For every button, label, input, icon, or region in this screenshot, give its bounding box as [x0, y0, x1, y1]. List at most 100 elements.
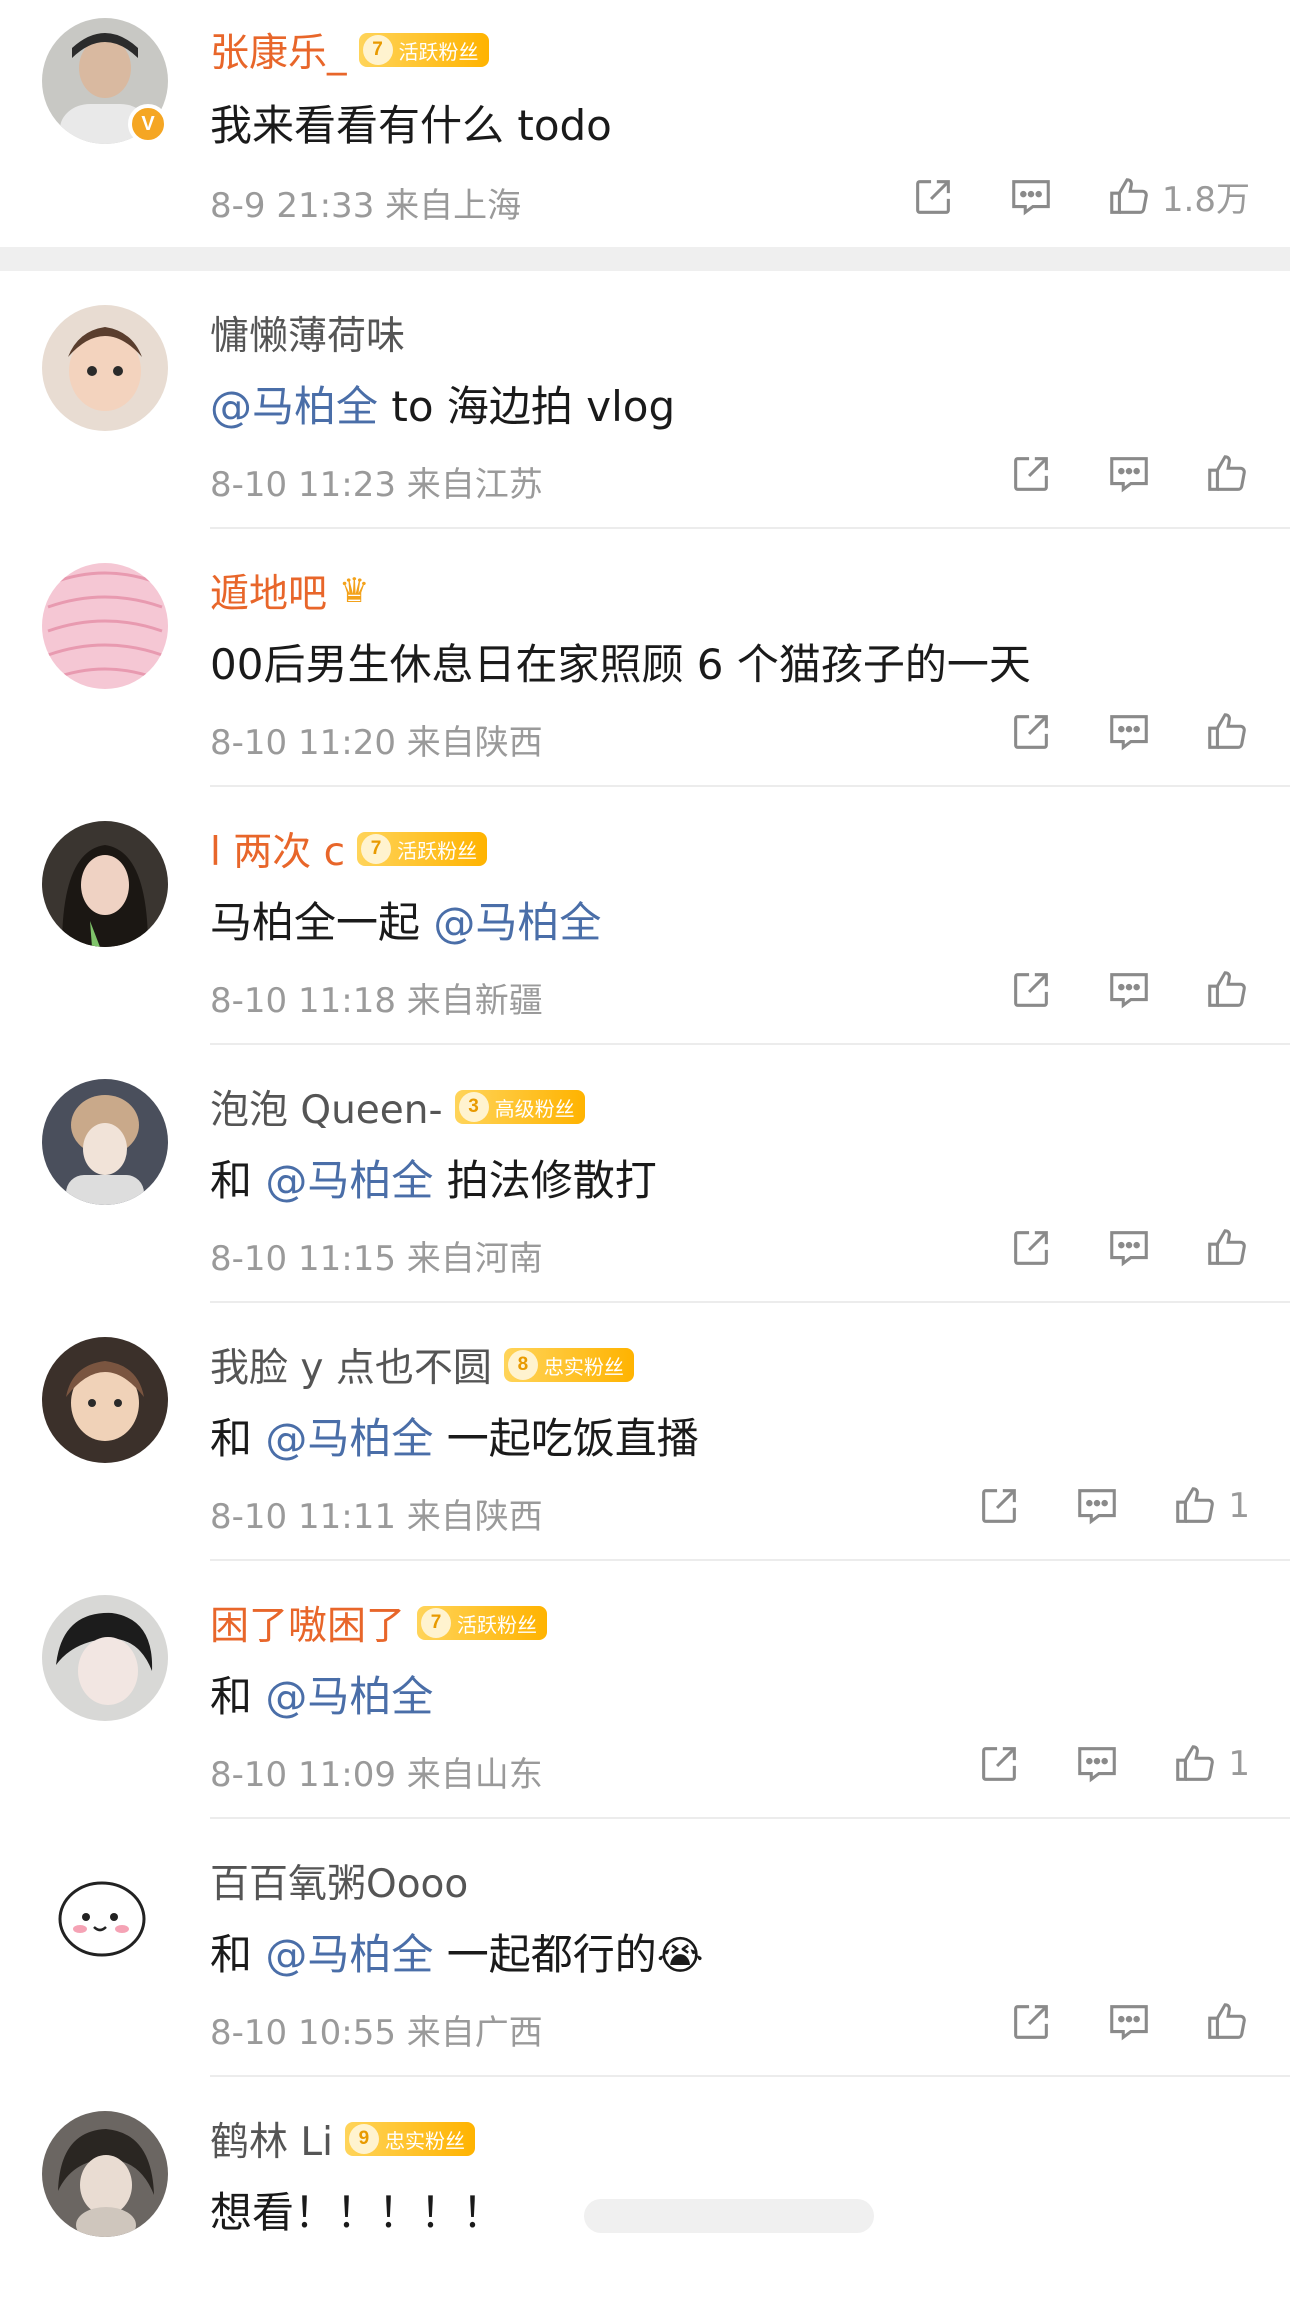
- like-button[interactable]: 1: [1172, 1741, 1250, 1787]
- fan-badge-label: 活跃粉丝: [457, 1614, 538, 1637]
- share-button[interactable]: [910, 174, 956, 220]
- comment-text: 和 @马柏全: [210, 1663, 433, 1724]
- username[interactable]: l 两次 c: [210, 821, 345, 877]
- mention-link[interactable]: @马柏全: [265, 1156, 433, 1205]
- reply-button[interactable]: [1074, 1483, 1120, 1529]
- share-button[interactable]: [976, 1741, 1022, 1787]
- reply-button[interactable]: [1074, 1741, 1120, 1787]
- mention-link[interactable]: @马柏全: [265, 1930, 433, 1979]
- comment-text-part: 想看！！！！！: [210, 2188, 505, 2237]
- thumbs-up-icon: [1208, 971, 1246, 1007]
- username[interactable]: 困了嗷困了: [210, 1595, 405, 1651]
- fan-level: 7: [361, 834, 392, 864]
- like-button[interactable]: [1204, 1999, 1250, 2045]
- reply-button[interactable]: [1106, 1225, 1152, 1271]
- like-button[interactable]: [1204, 451, 1250, 497]
- avatar[interactable]: [42, 821, 168, 947]
- mention-link[interactable]: @马柏全: [210, 382, 378, 431]
- mention-link[interactable]: @马柏全: [265, 1414, 433, 1463]
- like-button[interactable]: 1: [1172, 1483, 1250, 1529]
- fan-badge[interactable]: 7 活跃粉丝: [358, 33, 489, 67]
- reply-button[interactable]: [1106, 1999, 1152, 2045]
- fan-level: 3: [458, 1092, 489, 1122]
- comment-item: 遁地吧 ♛ 00后男生休息日在家照顾 6 个猫孩子的一天 8-10 11:20 …: [0, 529, 1290, 787]
- username[interactable]: 遁地吧: [210, 563, 327, 619]
- fan-level: 8: [507, 1350, 538, 1380]
- username[interactable]: 张康乐_: [210, 22, 347, 78]
- share-button[interactable]: [1008, 709, 1054, 755]
- share-button[interactable]: [1008, 967, 1054, 1013]
- reply-button[interactable]: [1008, 174, 1054, 220]
- share-icon: [1014, 1231, 1048, 1265]
- comment-meta: 8-9 21:33 来自上海: [210, 186, 522, 226]
- fan-level: 9: [348, 2124, 379, 2154]
- comment-text: 想看！！！！！: [210, 2179, 875, 2240]
- share-button[interactable]: [1008, 1225, 1054, 1271]
- reply-button[interactable]: [1106, 967, 1152, 1013]
- avatar[interactable]: [42, 1595, 168, 1721]
- username[interactable]: 鹤林 Li: [210, 2111, 333, 2167]
- comment-meta: 8-10 11:23 来自江苏: [210, 465, 543, 505]
- avatar[interactable]: [42, 1079, 168, 1205]
- comment-text: 和 @马柏全 拍法修散打: [210, 1147, 657, 1208]
- mention-link[interactable]: @马柏全: [265, 1672, 433, 1721]
- comment-icon: [1078, 1489, 1117, 1525]
- share-icon: [1014, 973, 1048, 1007]
- fan-badge[interactable]: 8 忠实粉丝: [503, 1348, 634, 1382]
- comment-text-part: 一起都行的: [433, 1930, 657, 1979]
- share-icon: [982, 1489, 1017, 1523]
- share-button[interactable]: [976, 1483, 1022, 1529]
- share-icon: [1014, 715, 1048, 749]
- username[interactable]: 百百氧粥Oooo: [210, 1853, 468, 1909]
- share-icon: [916, 179, 950, 214]
- share-button[interactable]: [1008, 1999, 1054, 2045]
- fan-badge[interactable]: 9 忠实粉丝: [344, 2122, 475, 2156]
- like-button[interactable]: [1204, 1225, 1250, 1271]
- like-button[interactable]: [1204, 709, 1250, 755]
- comment-item: 鹤林 Li 9 忠实粉丝 想看！！！！！: [0, 2077, 1290, 2307]
- like-button[interactable]: 1.8万: [1106, 172, 1250, 221]
- comment-item: l 两次 c 7 活跃粉丝 马柏全一起 @马柏全 8-10 11:18 来自新疆: [0, 787, 1290, 1045]
- comment-text: 和 @马柏全 一起都行的😭: [210, 1921, 703, 1982]
- username[interactable]: 慵懒薄荷味: [210, 305, 405, 361]
- comment-meta: 8-10 11:15 来自河南: [210, 1239, 543, 1279]
- section-divider: [0, 247, 1290, 271]
- comment-text: 00后男生休息日在家照顾 6 个猫孩子的一天: [210, 640, 1031, 689]
- thumbs-up-icon: [1208, 713, 1246, 749]
- fan-badge[interactable]: 7 活跃粉丝: [357, 832, 488, 866]
- avatar[interactable]: [42, 2111, 168, 2237]
- fan-badge-label: 忠实粉丝: [384, 2130, 465, 2153]
- comment-icon: [1110, 715, 1148, 751]
- username[interactable]: 我脸 y 点也不圆: [210, 1337, 492, 1393]
- comment-text: 和 @马柏全 一起吃饭直播: [210, 1405, 699, 1466]
- fan-badge-label: 忠实粉丝: [543, 1356, 624, 1379]
- comment-text-part: 一起吃饭直播: [433, 1414, 699, 1463]
- like-button[interactable]: [1204, 967, 1250, 1013]
- username[interactable]: 泡泡 Queen-: [210, 1079, 443, 1135]
- share-icon: [1014, 2005, 1048, 2039]
- fan-badge-label: 高级粉丝: [494, 1098, 575, 1121]
- avatar[interactable]: [42, 563, 168, 689]
- comment-text: 马柏全一起 @马柏全: [210, 889, 601, 950]
- like-count: 1.8万: [1161, 180, 1250, 220]
- mention-link[interactable]: @马柏全: [433, 898, 601, 947]
- share-button[interactable]: [1008, 451, 1054, 497]
- fan-badge[interactable]: 3 高级粉丝: [454, 1090, 585, 1124]
- share-icon: [1014, 457, 1048, 491]
- comment-text-part: 和: [210, 1156, 266, 1205]
- comment-meta: 8-10 11:18 来自新疆: [210, 981, 543, 1021]
- fan-badge[interactable]: 7 活跃粉丝: [417, 1606, 548, 1640]
- crying-emoji-icon: 😭: [656, 1933, 704, 1979]
- reply-button[interactable]: [1106, 709, 1152, 755]
- avatar[interactable]: [42, 305, 168, 431]
- fan-level: 7: [421, 1608, 452, 1638]
- thumbs-up-icon: [1176, 1745, 1215, 1781]
- comment-text-part: 和: [210, 1414, 266, 1463]
- reply-button[interactable]: [1106, 451, 1152, 497]
- comment-text: 我来看看有什么 todo: [210, 101, 612, 150]
- avatar[interactable]: [42, 1853, 168, 1979]
- avatar[interactable]: [42, 1337, 168, 1463]
- crown-icon: ♛: [339, 571, 370, 611]
- fan-badge-label: 活跃粉丝: [398, 41, 479, 64]
- comment-icon: [1110, 973, 1148, 1009]
